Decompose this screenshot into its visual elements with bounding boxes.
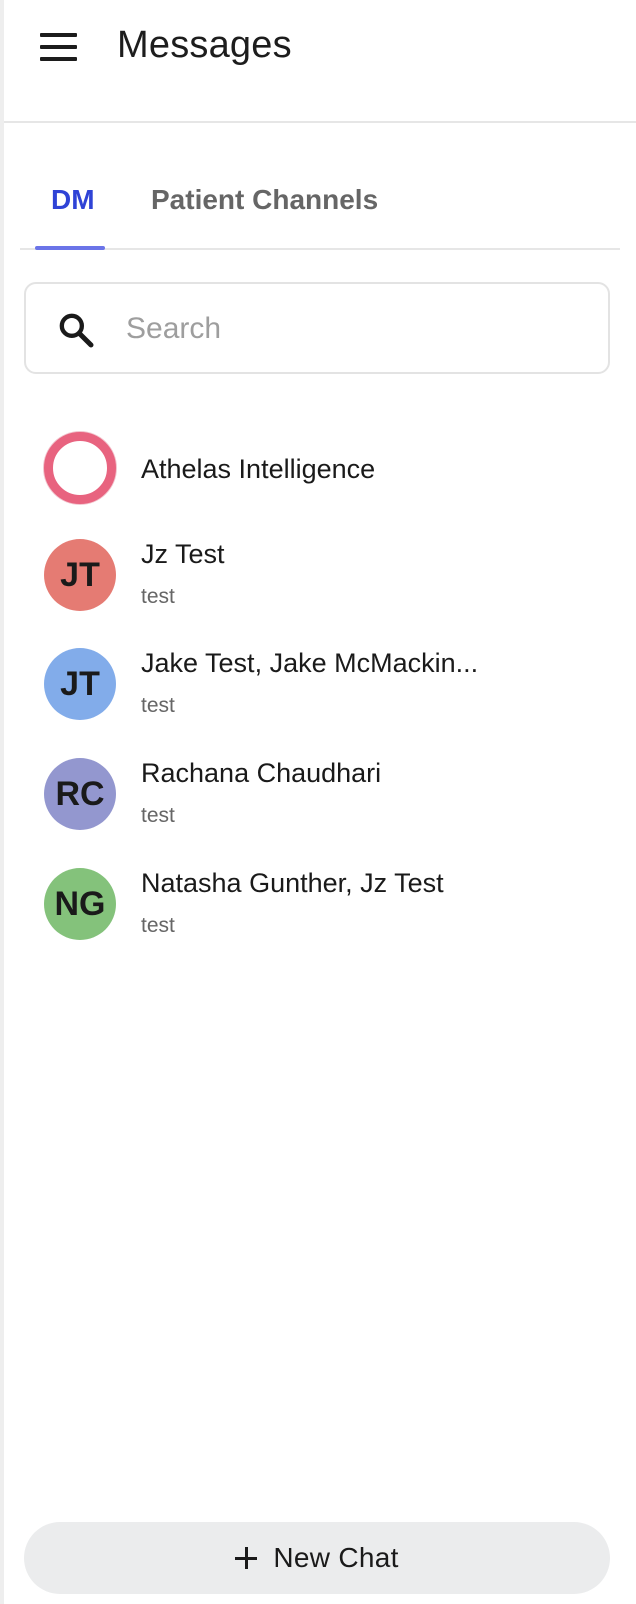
- list-item-natasha-gunther[interactable]: NG Natasha Gunther, Jz Test test: [44, 868, 604, 960]
- search-box[interactable]: [24, 282, 610, 374]
- new-chat-button[interactable]: New Chat: [24, 1522, 610, 1594]
- app-header: Messages: [4, 0, 636, 123]
- conversation-name: Rachana Chaudhari: [141, 758, 382, 788]
- avatar: RC: [44, 758, 116, 830]
- list-item-athelas-intelligence[interactable]: Athelas Intelligence: [44, 432, 604, 524]
- active-tab-indicator: [35, 246, 105, 250]
- tab-dm[interactable]: DM: [51, 184, 95, 216]
- athelas-logo-avatar: [44, 432, 116, 504]
- conversation-tabs: DM Patient Channels: [20, 170, 620, 250]
- avatar: JT: [44, 648, 116, 720]
- page-title: Messages: [117, 24, 292, 66]
- list-item-jake-test[interactable]: JT Jake Test, Jake McMackin... test: [44, 648, 604, 740]
- list-item-rachana-chaudhari[interactable]: RC Rachana Chaudhari test: [44, 758, 604, 850]
- plus-icon: [235, 1547, 258, 1569]
- new-chat-label: New Chat: [273, 1542, 399, 1573]
- tab-patient-channels[interactable]: Patient Channels: [151, 184, 378, 216]
- avatar: JT: [44, 539, 116, 611]
- list-item-jz-test[interactable]: JT Jz Test test: [44, 539, 604, 631]
- conversation-preview: test: [141, 694, 175, 717]
- search-icon: [59, 313, 94, 348]
- conversation-name: Athelas Intelligence: [141, 454, 376, 484]
- conversation-name: Jz Test: [141, 539, 225, 569]
- conversation-preview: test: [141, 914, 175, 937]
- conversation-preview: test: [141, 804, 175, 827]
- avatar: NG: [44, 868, 116, 940]
- conversation-name: Jake Test, Jake McMackin...: [141, 648, 479, 678]
- hamburger-menu-icon[interactable]: [40, 30, 80, 64]
- conversation-preview: test: [141, 585, 175, 608]
- search-input[interactable]: [124, 302, 588, 356]
- conversation-name: Natasha Gunther, Jz Test: [141, 868, 444, 898]
- messages-page: Messages DM Patient Channels Athelas Int…: [0, 0, 636, 1604]
